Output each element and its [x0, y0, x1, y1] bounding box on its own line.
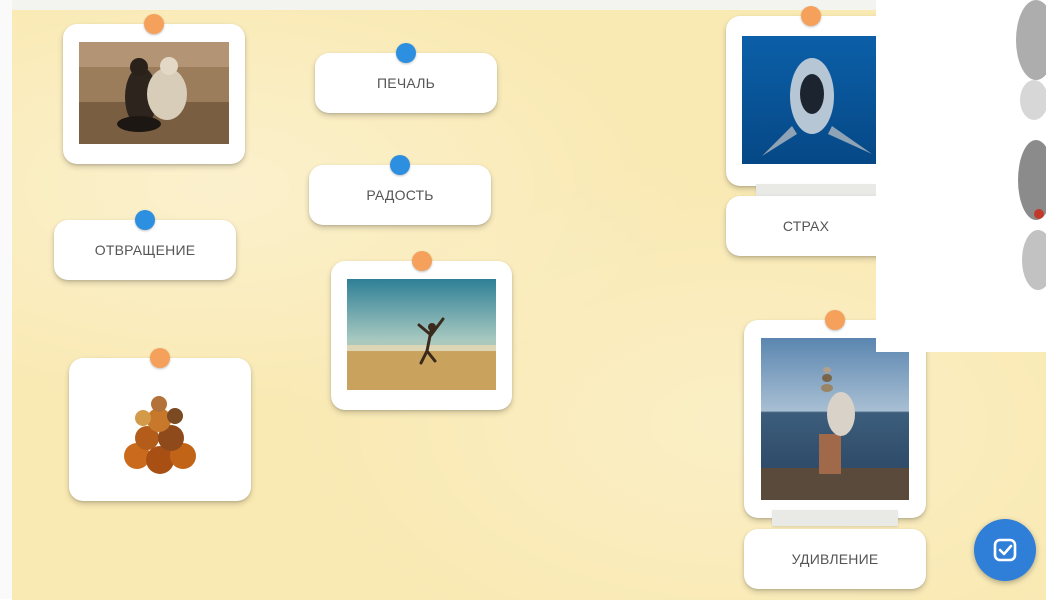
label-sadness: ПЕЧАЛЬ: [377, 75, 435, 91]
label-card-fear[interactable]: СТРАХ: [726, 196, 886, 256]
photo-hug: [79, 42, 229, 144]
photo-beach: [347, 279, 496, 390]
label-card-joy[interactable]: РАДОСТЬ: [309, 155, 491, 225]
photo-shark: [742, 36, 896, 164]
overlay-panel: [876, 0, 1046, 352]
pin-orange[interactable]: [150, 348, 170, 368]
pin-blue[interactable]: [396, 43, 416, 63]
photo-stones: [761, 338, 909, 500]
pin-blue[interactable]: [390, 155, 410, 175]
left-strip: [0, 0, 12, 599]
label-card-disgust[interactable]: ОТВРАЩЕНИЕ: [54, 210, 236, 280]
label-joy: РАДОСТЬ: [366, 187, 434, 203]
label-card-surprise[interactable]: УДИВЛЕНИЕ: [744, 529, 926, 589]
pin-orange[interactable]: [411, 251, 432, 271]
pin-orange[interactable]: [144, 14, 164, 34]
pin-orange[interactable]: [825, 310, 845, 330]
check-answers-button[interactable]: [974, 519, 1036, 581]
check-square-icon: [993, 538, 1017, 562]
pin-orange[interactable]: [801, 6, 821, 26]
card-ribbon: [772, 510, 898, 526]
label-card-sadness[interactable]: ПЕЧАЛЬ: [315, 43, 497, 113]
photo-card-shark[interactable]: [726, 6, 896, 186]
label-fear: СТРАХ: [782, 218, 830, 234]
photo-card-fruit[interactable]: [69, 348, 251, 501]
pin-blue[interactable]: [135, 210, 155, 230]
photo-card-beach[interactable]: [331, 251, 512, 410]
photo-card-hug[interactable]: [63, 14, 245, 164]
photo-fruit: [85, 376, 235, 481]
label-disgust: ОТВРАЩЕНИЕ: [94, 242, 196, 258]
label-surprise: УДИВЛЕНИЕ: [791, 551, 879, 567]
